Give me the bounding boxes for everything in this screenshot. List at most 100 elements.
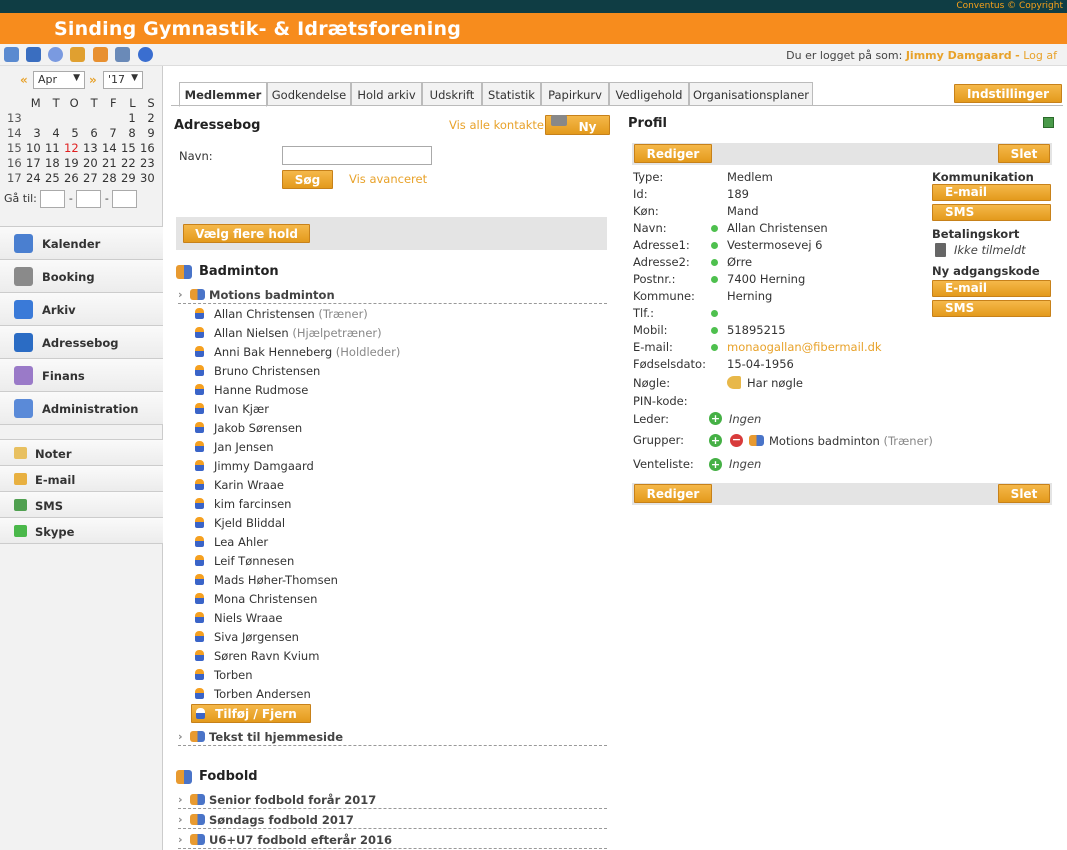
search-button[interactable]: Søg [282, 170, 333, 189]
subgroup-u6-u7-fodbold[interactable]: › U6+U7 fodbold efterår 2016 [178, 831, 607, 849]
calendar-day[interactable]: 29 [118, 170, 137, 185]
calendar-day[interactable]: 23 [137, 155, 156, 170]
calendar-day[interactable]: 13 [80, 140, 99, 155]
group-membership-name[interactable]: Motions badminton [769, 434, 880, 448]
subgroup-motions-badminton[interactable]: › Motions badminton [178, 286, 607, 304]
tab-udskrift[interactable]: Udskrift [422, 82, 482, 106]
tab-organisationsplaner[interactable]: Organisationsplaner [689, 82, 813, 106]
edit-button[interactable]: Rediger [634, 484, 712, 503]
select-multiple-groups-button[interactable]: Vælg flere hold [183, 224, 310, 243]
sidebar-item-arkiv[interactable]: Arkiv [0, 293, 163, 326]
new-password-heading: Ny adgangskode [932, 264, 1040, 278]
calendar-day[interactable]: 26 [61, 170, 80, 185]
logged-in-user[interactable]: Jimmy Damgaard [906, 49, 1012, 62]
sidebar-item-administration[interactable]: Administration [0, 392, 163, 425]
new-contact-label: Ny [578, 120, 597, 134]
calendar-day[interactable]: 15 [118, 140, 137, 155]
calendar-day[interactable]: 10 [23, 140, 42, 155]
delete-button[interactable]: Slet [998, 144, 1050, 163]
password-email-button[interactable]: E-mail [932, 280, 1051, 297]
archive-icon [14, 300, 33, 319]
tab-medlemmer[interactable]: Medlemmer [179, 82, 267, 107]
calendar-day[interactable]: 8 [118, 125, 137, 140]
calendar-day[interactable]: 16 [137, 140, 156, 155]
calendar-day[interactable]: 27 [80, 170, 99, 185]
sidebar-item-adressebog[interactable]: Adressebog [0, 326, 163, 359]
calendar-day[interactable]: 21 [99, 155, 118, 170]
add-remove-button[interactable]: Tilføj / Fjern [191, 704, 311, 723]
year-select[interactable]: '17 ▼ [103, 71, 143, 89]
next-month-arrow[interactable]: » [89, 73, 97, 87]
calendar-day[interactable]: 6 [80, 125, 99, 140]
goto-month-input[interactable] [76, 190, 102, 208]
prev-month-arrow[interactable]: « [20, 73, 28, 87]
edit-button[interactable]: Rediger [634, 144, 712, 163]
profile-field-value: Mand [727, 204, 759, 218]
subgroup-senior-fodbold[interactable]: › Senior fodbold forår 2017 [178, 791, 607, 809]
delete-button[interactable]: Slet [998, 484, 1050, 503]
sidebar-item-noter[interactable]: Noter [0, 440, 163, 466]
tab-vedligehold[interactable]: Vedligehold [609, 82, 689, 106]
goto-year-input[interactable] [112, 190, 138, 208]
communication-sms-button[interactable]: SMS [932, 204, 1051, 221]
calendar-day[interactable]: 1 [118, 110, 137, 125]
new-contact-button[interactable]: Ny [545, 115, 610, 135]
add-leader-icon[interactable]: + [709, 412, 722, 425]
subgroup-tekst-til-hjemmeside[interactable]: › Tekst til hjemmeside [178, 728, 607, 746]
profile-field-value[interactable]: monaogallan@fibermail.dk [727, 340, 882, 354]
calendar-day[interactable]: 7 [99, 125, 118, 140]
profile-field-value: Herning [727, 289, 773, 303]
calendar-day[interactable]: 4 [42, 125, 61, 140]
calendar-day[interactable]: 5 [61, 125, 80, 140]
calendar-day[interactable]: 17 [23, 155, 42, 170]
calendar-day[interactable]: 22 [118, 155, 137, 170]
advanced-search-link[interactable]: Vis avanceret [349, 172, 427, 186]
add-group-icon[interactable]: + [709, 434, 722, 447]
subgroup-sondags-fodbold[interactable]: › Søndags fodbold 2017 [178, 811, 607, 829]
refresh-icon[interactable] [93, 47, 108, 62]
goto-day-input[interactable] [40, 190, 66, 208]
sidebar-item-booking[interactable]: Booking [0, 260, 163, 293]
home-icon[interactable] [70, 47, 85, 62]
calendar-day[interactable]: 24 [23, 170, 42, 185]
settings-button[interactable]: Indstillinger [954, 84, 1062, 103]
calendar-day[interactable]: 18 [42, 155, 61, 170]
sidebar-item-skype[interactable]: Skype [0, 518, 163, 544]
sidebar-item-finans[interactable]: Finans [0, 359, 163, 392]
tab-godkendelse[interactable]: Godkendelse [267, 82, 351, 106]
communication-email-button[interactable]: E-mail [932, 184, 1051, 201]
sidebar-item-sms[interactable]: SMS [0, 492, 163, 518]
calendar-day[interactable]: 11 [42, 140, 61, 155]
calendar-grid-icon[interactable] [4, 47, 19, 62]
remove-group-icon[interactable]: − [730, 434, 743, 447]
tab-statistik[interactable]: Statistik [482, 82, 541, 106]
member-name: Siva Jørgensen [214, 630, 299, 644]
tab-hold-arkiv[interactable]: Hold arkiv [351, 82, 422, 106]
show-all-contacts-link[interactable]: Vis alle kontakter [449, 118, 549, 132]
calendar-day[interactable]: 30 [137, 170, 156, 185]
calendar-day[interactable]: 20 [80, 155, 99, 170]
calendar-day[interactable]: 19 [61, 155, 80, 170]
calendar-day[interactable]: 28 [99, 170, 118, 185]
member-name: Mads Høher-Thomsen [214, 573, 338, 587]
month-select[interactable]: Apr ▼ [33, 71, 85, 89]
calendar-day[interactable]: 3 [23, 125, 42, 140]
calendar-day[interactable]: 25 [42, 170, 61, 185]
gear-icon[interactable] [48, 47, 63, 62]
name-search-input[interactable] [282, 146, 432, 165]
logout-link[interactable]: Log af [1023, 49, 1057, 62]
calendar-day[interactable]: 9 [137, 125, 156, 140]
monitor-icon[interactable] [115, 47, 130, 62]
password-sms-button[interactable]: SMS [932, 300, 1051, 317]
sidebar-item-e-mail[interactable]: E-mail [0, 466, 163, 492]
add-waitlist-icon[interactable]: + [709, 458, 722, 471]
swap-arrows-icon[interactable] [26, 47, 41, 62]
copyright-text[interactable]: Conventus © Copyright [956, 1, 1063, 11]
help-icon[interactable] [138, 47, 153, 62]
sidebar-item-kalender[interactable]: Kalender [0, 227, 163, 260]
export-icon[interactable] [1043, 117, 1054, 128]
calendar-day[interactable]: 14 [99, 140, 118, 155]
calendar-day[interactable]: 12 [61, 140, 80, 155]
tab-papirkurv[interactable]: Papirkurv [541, 82, 609, 106]
calendar-day[interactable]: 2 [137, 110, 156, 125]
